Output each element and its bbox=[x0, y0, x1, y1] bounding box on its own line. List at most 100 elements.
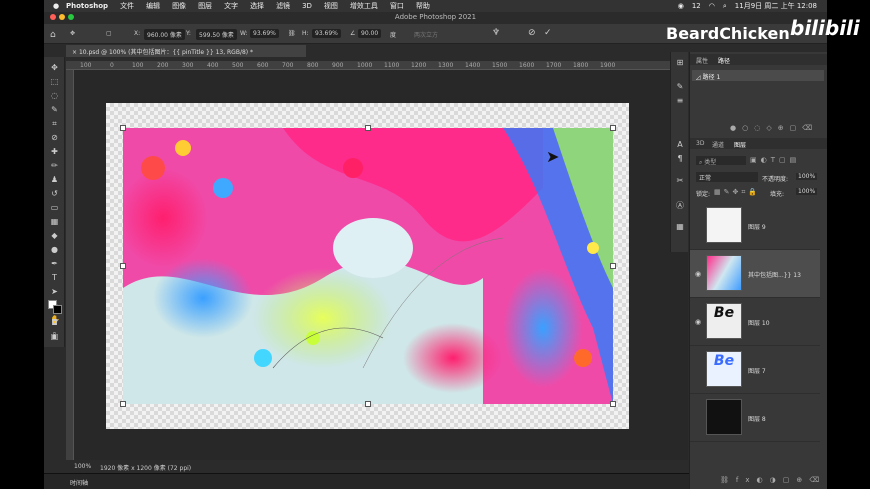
warp-icon[interactable]: ♆ bbox=[492, 28, 500, 38]
transform-handle-top-left[interactable] bbox=[120, 125, 126, 131]
layer-row[interactable]: Be 图层 7 bbox=[690, 346, 820, 394]
lock-icons[interactable]: ▦✎✥⌗🔒 bbox=[714, 188, 760, 197]
zoom-level[interactable]: 100% bbox=[74, 463, 91, 470]
home-icon[interactable]: ⌂ bbox=[50, 30, 56, 40]
lasso-tool-icon[interactable]: ◌ bbox=[50, 91, 59, 100]
menu-file[interactable]: 文件 bbox=[120, 1, 134, 11]
menu-plugins[interactable]: 增效工具 bbox=[350, 1, 378, 11]
close-tab-icon[interactable]: × bbox=[72, 49, 79, 56]
pen-tool-icon[interactable]: ✒ bbox=[50, 259, 59, 268]
eraser-tool-icon[interactable]: ▭ bbox=[50, 203, 59, 212]
commit-transform-icon[interactable]: ✓ bbox=[544, 28, 552, 38]
tab-channels[interactable]: 通道 bbox=[712, 140, 724, 149]
record-icon[interactable]: ◉ bbox=[678, 2, 684, 10]
eye-icon[interactable]: ◉ bbox=[695, 318, 701, 326]
menu-layer[interactable]: 图层 bbox=[198, 1, 212, 11]
brush-tool-icon[interactable]: ✏ bbox=[50, 161, 59, 170]
layer-filter-icons[interactable]: ▣◐T▢▤ bbox=[750, 156, 800, 164]
path-select-icon[interactable]: ➤ bbox=[50, 287, 59, 296]
swatches-icon[interactable]: ▦ bbox=[675, 222, 685, 232]
menu-image[interactable]: 图像 bbox=[172, 1, 186, 11]
eyedropper-tool-icon[interactable]: ⊘ bbox=[50, 133, 59, 142]
blur-tool-icon[interactable]: ◆ bbox=[50, 231, 59, 240]
y-field[interactable]: 599.50 像素 bbox=[196, 29, 237, 40]
blend-mode-select[interactable]: 正常 bbox=[696, 172, 758, 182]
mouse-cursor-icon: ➤ bbox=[546, 147, 560, 166]
ruler-tick: 100 bbox=[80, 62, 92, 69]
quick-select-tool-icon[interactable]: ✎ bbox=[50, 105, 59, 114]
gradient-tool-icon[interactable]: ▦ bbox=[50, 217, 59, 226]
layer-row[interactable]: ◉ Be 图层 10 bbox=[690, 298, 820, 346]
transform-handle-left[interactable] bbox=[120, 263, 126, 269]
tool-presets-icon[interactable]: ✂ bbox=[675, 176, 685, 186]
history-panel-icon[interactable]: ⊞ bbox=[675, 58, 685, 68]
move-tool-options-icon[interactable]: ✥ bbox=[70, 30, 75, 37]
character-panel-icon[interactable]: A bbox=[675, 140, 685, 150]
reference-point-icon[interactable]: ▢ bbox=[106, 30, 112, 37]
ruler-tick: 300 bbox=[182, 62, 194, 69]
tab-properties[interactable]: 属性 bbox=[696, 56, 708, 65]
menu-edit[interactable]: 编辑 bbox=[146, 1, 160, 11]
transform-handle-bottom-right[interactable] bbox=[610, 401, 616, 407]
app-name-menu[interactable]: Photoshop bbox=[66, 2, 108, 10]
eye-icon[interactable]: ◉ bbox=[695, 270, 701, 278]
wifi-icon[interactable]: ◠ bbox=[709, 2, 715, 10]
menu-window[interactable]: 窗口 bbox=[390, 1, 404, 11]
fluid-art-image-layer[interactable] bbox=[123, 128, 613, 404]
timeline-label[interactable]: 时间轴 bbox=[70, 480, 88, 487]
screen-mode-icon[interactable]: ▣ bbox=[50, 332, 59, 341]
clock[interactable]: 11月9日 周二 上午 12:08 bbox=[735, 1, 817, 11]
interpolation-select[interactable]: 两次立方 bbox=[414, 30, 438, 39]
layer-actions[interactable]: ⛓fx◐◑▢⊕⌫ bbox=[720, 476, 826, 484]
paths-panel-actions[interactable]: ●○◌◇⊕▢⌫ bbox=[730, 124, 818, 132]
path-item[interactable]: ◿ 路径 1 bbox=[692, 70, 824, 81]
dodge-tool-icon[interactable]: ● bbox=[50, 245, 59, 254]
move-tool-icon[interactable]: ✥ bbox=[50, 63, 59, 72]
transform-handle-top[interactable] bbox=[365, 125, 371, 131]
notification-count[interactable]: 12 bbox=[692, 2, 701, 10]
history-brush-icon[interactable]: ↺ bbox=[50, 189, 59, 198]
link-icon[interactable]: ⛓ bbox=[288, 30, 296, 37]
quick-mask-icon[interactable]: ◘ bbox=[50, 318, 59, 327]
cancel-transform-icon[interactable]: ⊘ bbox=[528, 28, 536, 38]
fill-field[interactable]: 100% bbox=[796, 188, 818, 195]
document-tab[interactable]: × 10.psd @ 100% (其中包括图片：{{ pinTitle }} 1… bbox=[66, 45, 306, 57]
stamp-tool-icon[interactable]: ♟ bbox=[50, 175, 59, 184]
brush-settings-icon[interactable]: ✎ bbox=[675, 82, 685, 92]
menu-select[interactable]: 选择 bbox=[250, 1, 264, 11]
tab-3d[interactable]: 3D bbox=[696, 140, 704, 147]
crop-tool-icon[interactable]: ⌗ bbox=[50, 119, 59, 128]
menu-type[interactable]: 文字 bbox=[224, 1, 238, 11]
transform-handle-bottom[interactable] bbox=[365, 401, 371, 407]
apple-icon[interactable]: ● bbox=[52, 2, 60, 10]
healing-brush-icon[interactable]: ✚ bbox=[50, 147, 59, 156]
w-field[interactable]: 93.69% bbox=[250, 29, 279, 38]
glyphs-icon[interactable]: Ⓐ bbox=[675, 200, 685, 210]
menu-view[interactable]: 视图 bbox=[324, 1, 338, 11]
menu-3d[interactable]: 3D bbox=[302, 2, 312, 10]
document-canvas[interactable]: ➤ bbox=[106, 103, 629, 429]
layer-row-selected[interactable]: ◉ 其中包括图...}} 13 bbox=[690, 250, 820, 298]
search-icon[interactable]: ⌕ bbox=[723, 2, 727, 11]
document-size-info[interactable]: 1920 像素 x 1200 像素 (72 ppi) bbox=[100, 463, 191, 472]
h-field[interactable]: 93.69% bbox=[312, 29, 341, 38]
transform-handle-right[interactable] bbox=[610, 263, 616, 269]
tab-paths[interactable]: 路径 bbox=[718, 56, 730, 65]
layer-row[interactable]: 图层 9 bbox=[690, 202, 820, 250]
layer-row[interactable]: 图层 8 bbox=[690, 394, 820, 442]
adjustments-icon[interactable]: ≡ bbox=[675, 96, 685, 106]
angle-field[interactable]: 90.00 bbox=[358, 29, 382, 38]
tab-layers[interactable]: 图层 bbox=[734, 140, 746, 149]
background-color-swatch[interactable] bbox=[53, 305, 62, 314]
opacity-field[interactable]: 100% bbox=[796, 173, 818, 180]
x-field[interactable]: 960.00 像素 bbox=[144, 29, 185, 40]
transform-handle-bottom-left[interactable] bbox=[120, 401, 126, 407]
menu-help[interactable]: 帮助 bbox=[416, 1, 430, 11]
transform-handle-top-right[interactable] bbox=[610, 125, 616, 131]
layer-filter-select[interactable]: ⌕ 类型 bbox=[696, 156, 746, 166]
paragraph-panel-icon[interactable]: ¶ bbox=[675, 154, 685, 164]
canvas-area[interactable]: ➤ bbox=[74, 70, 688, 460]
type-tool-icon[interactable]: T bbox=[50, 273, 59, 282]
marquee-tool-icon[interactable]: ⬚ bbox=[50, 77, 59, 86]
menu-filter[interactable]: 滤镜 bbox=[276, 1, 290, 11]
